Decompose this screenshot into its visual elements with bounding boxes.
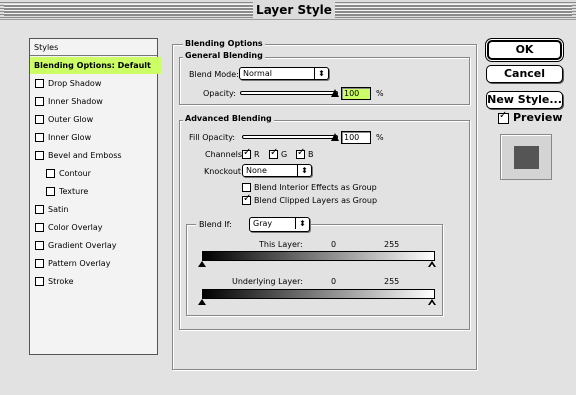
- style-item-outer-glow[interactable]: Outer Glow: [30, 111, 157, 128]
- blend-if-value: Gray: [253, 219, 273, 228]
- fill-opacity-slider[interactable]: [242, 135, 338, 139]
- opacity-slider[interactable]: [240, 91, 338, 95]
- channel-g-label: G: [281, 150, 288, 159]
- window-title: Layer Style: [253, 1, 335, 19]
- stroke-checkbox[interactable]: [35, 277, 44, 286]
- ok-button[interactable]: OK: [487, 40, 562, 60]
- cancel-button[interactable]: Cancel: [486, 65, 563, 83]
- channel-g-checkbox[interactable]: [269, 147, 278, 159]
- style-item-blending-options[interactable]: Blending Options: Default: [30, 57, 161, 74]
- preview-box: [500, 134, 552, 180]
- channel-b-checkbox[interactable]: [296, 147, 305, 159]
- updown-arrows-icon: ⬍: [314, 68, 328, 79]
- color-overlay-checkbox[interactable]: [35, 223, 44, 232]
- this-layer-gradient: [202, 251, 435, 261]
- underlying-layer-white-slider-fill: [430, 302, 434, 305]
- outer-glow-checkbox[interactable]: [35, 115, 44, 124]
- blending-options-title: Blending Options: [183, 39, 265, 48]
- blend-interior-label: Blend Interior Effects as Group: [254, 183, 377, 192]
- drop-shadow-checkbox[interactable]: [35, 79, 44, 88]
- bevel-emboss-checkbox[interactable]: [35, 151, 44, 160]
- blend-if-row: Blend If: Gray ⬍: [196, 217, 310, 232]
- style-item-stroke[interactable]: Stroke: [30, 273, 157, 290]
- style-item-gradient-overlay[interactable]: Gradient Overlay: [30, 237, 157, 254]
- style-item-label: Inner Glow: [48, 133, 92, 142]
- style-item-inner-glow[interactable]: Inner Glow: [30, 129, 157, 146]
- style-item-label: Color Overlay: [48, 223, 103, 232]
- opacity-label: Opacity:: [203, 89, 236, 98]
- blend-interior-checkbox[interactable]: [242, 183, 251, 192]
- underlying-layer-gradient: [202, 289, 435, 299]
- this-layer-min: 0: [331, 240, 337, 249]
- texture-checkbox[interactable]: [46, 187, 55, 196]
- updown-arrows-icon: ⬍: [297, 165, 311, 176]
- fill-opacity-label: Fill Opacity:: [189, 133, 236, 142]
- style-item-label: Stroke: [48, 277, 74, 286]
- fill-opacity-unit: %: [376, 133, 384, 142]
- preview-label: Preview: [513, 111, 563, 124]
- style-item-inner-shadow[interactable]: Inner Shadow: [30, 93, 157, 110]
- style-item-label: Contour: [59, 169, 91, 178]
- opacity-slider-thumb[interactable]: [331, 89, 339, 97]
- blend-mode-label: Blend Mode:: [189, 70, 239, 79]
- style-item-label: Outer Glow: [48, 115, 94, 124]
- underlying-layer-max: 255: [384, 277, 400, 286]
- style-item-drop-shadow[interactable]: Drop Shadow: [30, 75, 157, 92]
- style-item-pattern-overlay[interactable]: Pattern Overlay: [30, 255, 157, 272]
- underlying-layer-min: 0: [331, 277, 337, 286]
- style-item-label: Gradient Overlay: [48, 241, 117, 250]
- opacity-unit: %: [376, 89, 384, 98]
- knockout-value: None: [246, 166, 267, 175]
- fill-opacity-slider-thumb[interactable]: [331, 133, 339, 141]
- pattern-overlay-checkbox[interactable]: [35, 259, 44, 268]
- contour-checkbox[interactable]: [46, 169, 55, 178]
- inner-shadow-checkbox[interactable]: [35, 97, 44, 106]
- style-item-label: Satin: [48, 205, 69, 214]
- gradient-overlay-checkbox[interactable]: [35, 241, 44, 250]
- blend-clipped-label: Blend Clipped Layers as Group: [254, 196, 378, 205]
- general-blending-title: General Blending: [183, 51, 265, 60]
- style-item-bevel-emboss[interactable]: Bevel and Emboss: [30, 147, 157, 164]
- blend-mode-value: Normal: [243, 69, 272, 78]
- opacity-input[interactable]: 100: [341, 87, 371, 100]
- blend-clipped-checkbox[interactable]: [242, 193, 251, 205]
- channels-label: Channels:: [205, 150, 245, 159]
- style-item-satin[interactable]: Satin: [30, 201, 157, 218]
- this-layer-white-slider-fill: [430, 264, 434, 267]
- this-layer-label: This Layer:: [259, 240, 303, 249]
- style-item-color-overlay[interactable]: Color Overlay: [30, 219, 157, 236]
- style-item-texture[interactable]: Texture: [30, 183, 157, 200]
- style-item-label: Drop Shadow: [48, 79, 102, 88]
- this-layer-max: 255: [384, 240, 400, 249]
- advanced-blending-title: Advanced Blending: [183, 114, 274, 123]
- blend-if-select[interactable]: Gray ⬍: [249, 217, 310, 232]
- style-item-label: Bevel and Emboss: [48, 151, 122, 160]
- underlying-layer-black-slider[interactable]: [198, 299, 206, 305]
- fill-opacity-input[interactable]: 100: [341, 131, 371, 144]
- satin-checkbox[interactable]: [35, 205, 44, 214]
- new-style-button[interactable]: New Style...: [486, 91, 563, 109]
- channel-r-checkbox[interactable]: [242, 147, 251, 159]
- style-item-label: Blending Options: Default: [34, 61, 151, 70]
- styles-header: Styles: [30, 39, 157, 56]
- preview-swatch: [514, 146, 539, 169]
- style-item-label: Texture: [59, 187, 89, 196]
- underlying-layer-label: Underlying Layer:: [232, 277, 303, 286]
- knockout-label: Knockout:: [204, 167, 244, 176]
- channel-b-label: B: [308, 150, 314, 159]
- style-item-label: Pattern Overlay: [48, 259, 111, 268]
- style-item-label: Inner Shadow: [48, 97, 103, 106]
- title-bar[interactable]: Layer Style: [0, 0, 576, 20]
- this-layer-black-slider[interactable]: [198, 261, 206, 267]
- updown-arrows-icon: ⬍: [295, 218, 309, 229]
- preview-checkbox[interactable]: [498, 110, 509, 124]
- knockout-select[interactable]: None ⬍: [242, 164, 312, 177]
- blend-mode-select[interactable]: Normal ⬍: [239, 67, 329, 80]
- channel-r-label: R: [254, 150, 260, 159]
- styles-panel: Styles Blending Options: Default Drop Sh…: [29, 38, 161, 355]
- blend-if-label: Blend If:: [199, 220, 232, 229]
- blend-if-group: [186, 224, 443, 316]
- style-item-contour[interactable]: Contour: [30, 165, 157, 182]
- inner-glow-checkbox[interactable]: [35, 133, 44, 142]
